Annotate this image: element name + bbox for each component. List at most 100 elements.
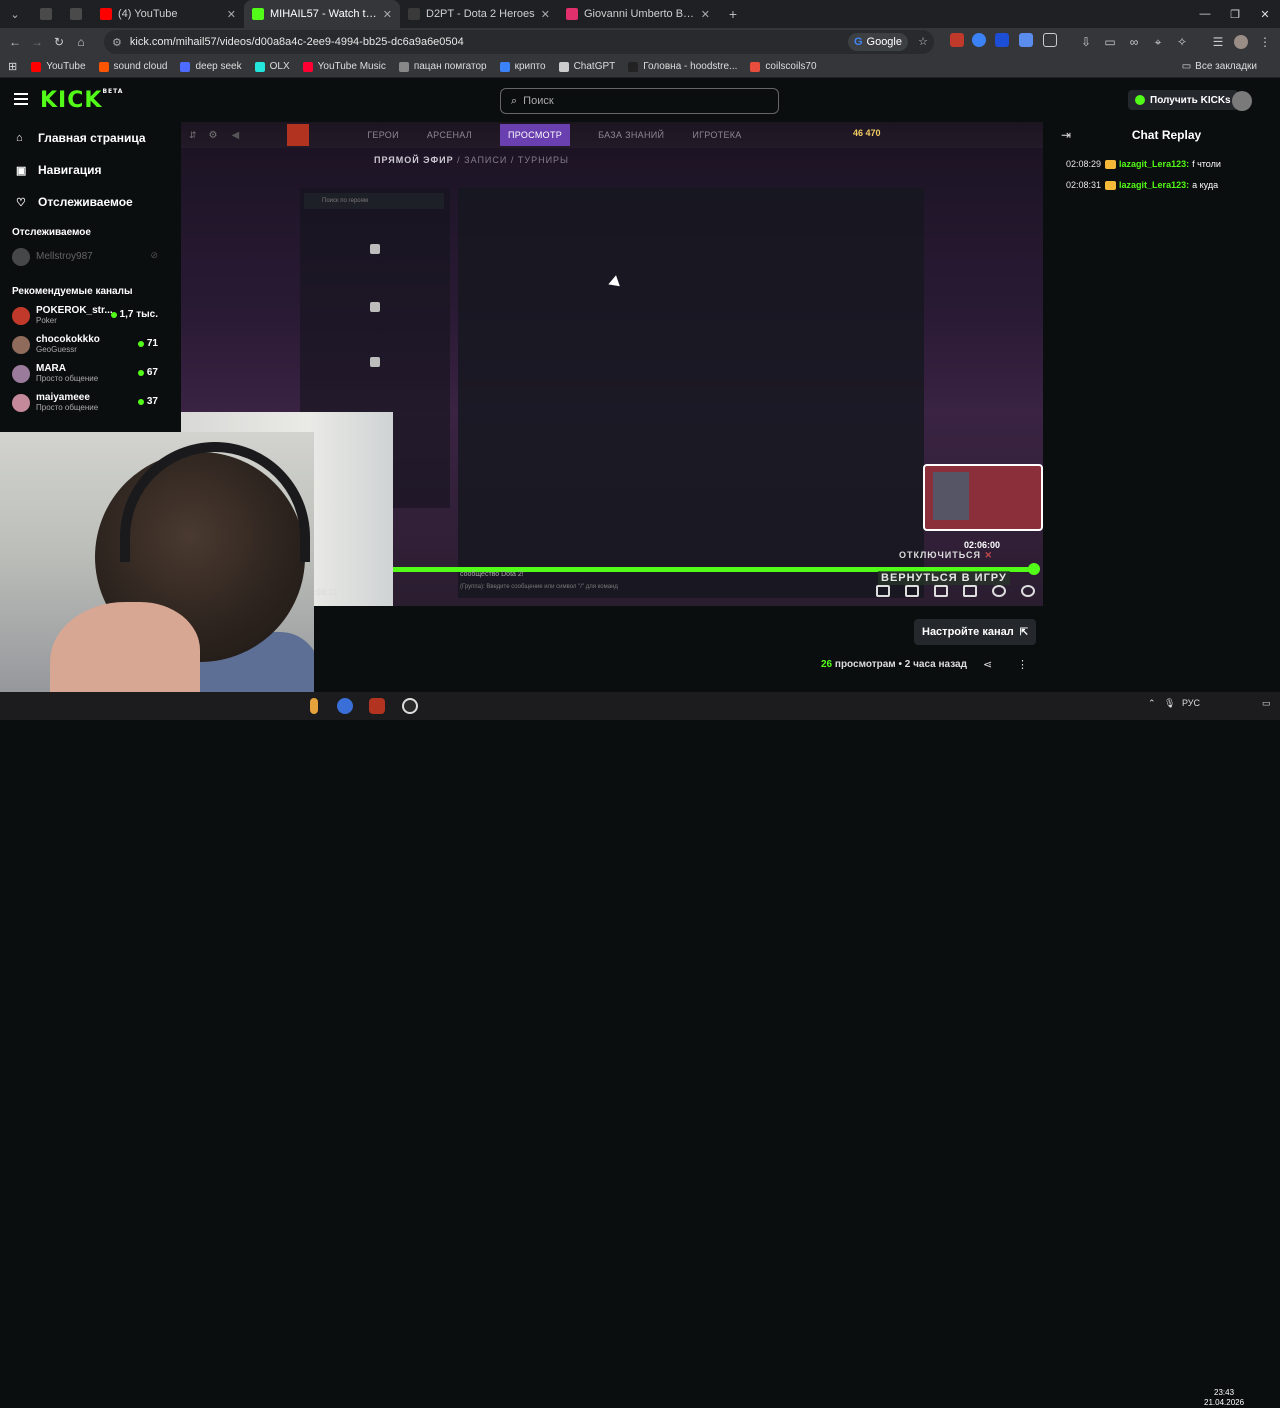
taskbar-clock[interactable]: 23:43 21.04.2026: [1204, 1388, 1244, 1408]
address-bar-row: ← → ↻ ⌂ ⚙ kick.com/mihail57/videos/d00a8…: [0, 28, 1280, 56]
bookmark-item[interactable]: YouTube Music: [302, 61, 386, 72]
clip-icon[interactable]: [905, 585, 919, 597]
taskbar-app-partial[interactable]: [310, 698, 318, 714]
dota-taskbar-icon[interactable]: [369, 698, 385, 714]
kick-search-input[interactable]: ⌕ Поиск: [500, 88, 779, 114]
view-count: 26 просмотрам • 2 часа назад: [821, 659, 967, 670]
glasses-icon[interactable]: ∞: [1123, 31, 1145, 53]
recommended-channel[interactable]: maiyameee Просто общение 37: [0, 388, 181, 417]
bookmark-item[interactable]: ChatGPT: [558, 61, 615, 72]
recommended-channel[interactable]: MARA Просто общение 67: [0, 359, 181, 388]
bookmark-item[interactable]: OLX: [254, 61, 290, 72]
recommended-channel[interactable]: POKEROK_str... Poker 1,7 тыс.: [0, 301, 181, 330]
bookmarks-bar: ⊞ YouTube sound cloud deep seek OLX YouTube …: [0, 56, 1280, 78]
downloads-icon[interactable]: ⇩: [1075, 31, 1097, 53]
close-window-icon[interactable]: ✕: [1250, 0, 1280, 28]
folder-icon: ▭: [1181, 61, 1192, 72]
theater-icon[interactable]: [934, 585, 948, 597]
bookmark-item[interactable]: Головна - hoodstre...: [628, 61, 737, 72]
dota-nav-tab: ПРОСМОТР: [500, 124, 571, 146]
back-arrow-icon[interactable]: ←: [4, 31, 26, 53]
progress-handle[interactable]: [1028, 563, 1040, 575]
bookmark-item[interactable]: sound cloud: [98, 61, 167, 72]
share-icon[interactable]: ⋖: [983, 658, 992, 671]
browser-tab[interactable]: Giovanni Umberto Battel – альб✕: [558, 0, 718, 28]
pip-icon[interactable]: [876, 585, 890, 597]
chrome-taskbar-icon[interactable]: [337, 698, 353, 714]
kick-logo[interactable]: KICKBETA: [40, 88, 123, 113]
following-channel[interactable]: Mellstroy987 ⊘: [0, 242, 181, 271]
tray-chevron-icon[interactable]: ⌃: [1148, 698, 1156, 709]
mic-icon[interactable]: 🎙: [1164, 698, 1175, 709]
language-indicator[interactable]: РУС: [1182, 698, 1200, 708]
extension-3-icon[interactable]: [995, 33, 1009, 47]
home-browser-icon[interactable]: ⌂: [70, 31, 92, 53]
more-options-icon[interactable]: ⋮: [1017, 658, 1028, 671]
browser-menu-icon[interactable]: ⋮: [1254, 31, 1276, 53]
sidebar-nav-item[interactable]: ▣ Навигация: [0, 154, 181, 186]
bookmark-item[interactable]: крипто: [499, 61, 546, 72]
bookmark-star-icon[interactable]: ☆: [918, 35, 928, 48]
customize-channel-button[interactable]: Настройте канал ⇱: [914, 619, 1037, 645]
bookmark-favicon-icon: [98, 61, 109, 72]
reading-list-icon[interactable]: ▭: [1099, 31, 1121, 53]
obs-taskbar-icon[interactable]: [402, 698, 418, 714]
chat-message[interactable]: 02:08:29 lazagit_Lera123: f чтоли: [1066, 159, 1221, 169]
tab-search-chevron-icon[interactable]: ⌄: [4, 3, 26, 25]
forward-arrow-icon[interactable]: →: [26, 31, 48, 53]
dota-square: [370, 244, 380, 254]
channel-avatar: [12, 306, 30, 325]
apps-grid-icon[interactable]: ⊞: [8, 60, 17, 73]
dota-back-to-game: ВЕРНУТЬСЯ В ИГРУ: [878, 571, 1010, 585]
side-panel-icon[interactable]: ☰: [1207, 31, 1229, 53]
get-kicks-button[interactable]: Получить KICKs: [1128, 90, 1238, 110]
close-tab-icon[interactable]: ✕: [541, 8, 550, 21]
viewer-count: 67: [138, 367, 158, 378]
channel-avatar: [12, 393, 30, 412]
profile-avatar-icon[interactable]: [1234, 35, 1248, 49]
browser-tab[interactable]: D2PT - Dota 2 Heroes ✕: [400, 0, 558, 28]
site-info-icon[interactable]: ⚙: [112, 36, 122, 49]
tab-favicon-icon: [70, 8, 82, 20]
user-avatar[interactable]: [1232, 91, 1252, 111]
chat-message[interactable]: 02:08:31 lazagit_Lera123: а куда: [1066, 180, 1218, 190]
bookmark-item[interactable]: coilscoils70: [750, 61, 817, 72]
dota-nav-tab: ИГРОТЕКА: [692, 130, 742, 140]
close-tab-icon[interactable]: ✕: [383, 8, 392, 21]
viewer-count: 1,7 тыс.: [111, 309, 158, 320]
bookmark-item[interactable]: пацан помгатор: [398, 61, 487, 72]
sidebar-nav-item[interactable]: ⌂ Главная страница: [0, 122, 181, 154]
tab-favicon-icon: [100, 8, 112, 20]
browser-tab[interactable]: MIHAIL57 - Watch the VOD on✕: [244, 0, 400, 28]
sidebar-nav-item[interactable]: ♡ Отслеживаемое: [0, 186, 181, 218]
new-tab-plus-icon[interactable]: +: [722, 3, 744, 25]
bookmark-item[interactable]: deep seek: [180, 61, 242, 72]
recommended-channel[interactable]: chocokokkko GeoGuessr 71: [0, 330, 181, 359]
fullscreen-icon[interactable]: [963, 585, 977, 597]
browser-tab[interactable]: Di: [32, 0, 62, 28]
browser-tab[interactable]: (4) YouTube ✕: [92, 0, 244, 28]
close-tab-icon[interactable]: ✕: [701, 8, 710, 21]
extension-1-icon[interactable]: [950, 33, 964, 47]
url-field[interactable]: ⚙ kick.com/mihail57/videos/d00a8a4c-2ee9…: [104, 30, 934, 54]
bookmark-item[interactable]: YouTube: [31, 61, 86, 72]
extension-2-icon[interactable]: [972, 33, 986, 47]
search-engine-chip[interactable]: G Google: [847, 33, 908, 51]
reload-icon[interactable]: ↻: [48, 31, 70, 53]
settings-gear-icon[interactable]: [1021, 585, 1035, 597]
pin-icon[interactable]: ✧: [1171, 31, 1193, 53]
all-bookmarks[interactable]: ▭ Все закладки: [1182, 61, 1257, 72]
restore-icon[interactable]: ❐: [1220, 0, 1250, 28]
close-tab-icon[interactable]: ✕: [227, 8, 236, 21]
hamburger-menu-icon[interactable]: [14, 93, 28, 105]
notifications-icon[interactable]: ▭: [1262, 698, 1271, 709]
dota-nav-tab: ГЕРОИ: [367, 130, 399, 140]
extension-4-icon[interactable]: [1019, 33, 1033, 47]
browser-tab[interactable]: Di: [62, 0, 92, 28]
player-controls: [861, 584, 1035, 598]
speed-icon[interactable]: [992, 585, 1006, 597]
location-icon[interactable]: ⌖: [1147, 31, 1169, 53]
extensions-puzzle-icon[interactable]: [1043, 33, 1057, 47]
search-icon: ⌕: [511, 94, 518, 107]
minimize-icon[interactable]: —: [1190, 0, 1220, 28]
